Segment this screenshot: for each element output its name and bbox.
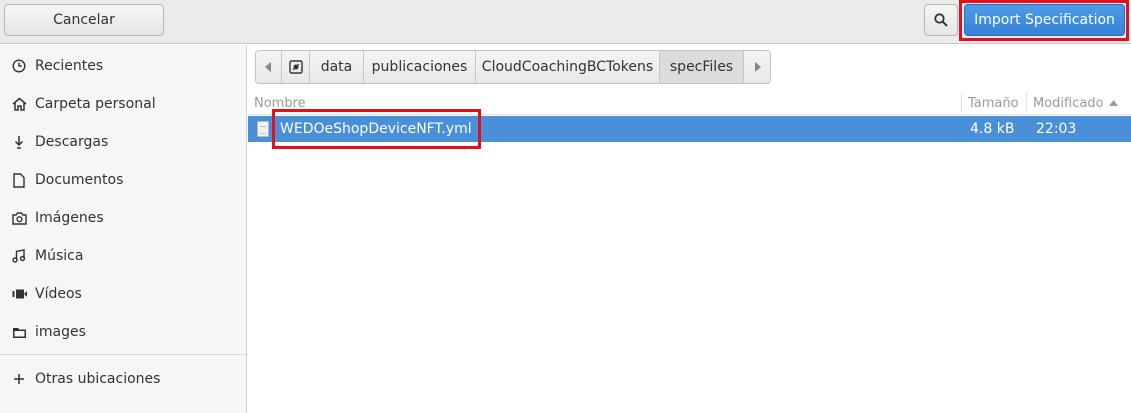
path-root-button[interactable] [282, 51, 310, 83]
table-row[interactable]: WEDOeShopDeviceNFT.yml 4.8 kB 22:03 [248, 116, 1131, 142]
path-bar: data publicaciones CloudCoachingBCTokens… [255, 50, 771, 84]
sidebar-item-label: Música [35, 248, 84, 264]
column-header-name[interactable]: Nombre [254, 91, 306, 115]
sidebar-item-label: Imágenes [35, 210, 104, 226]
camera-icon [10, 209, 28, 227]
path-crumb-specfiles[interactable]: specFiles [660, 51, 744, 83]
sidebar-item-imagenes[interactable]: Imágenes [0, 201, 246, 235]
path-crumb-publicaciones[interactable]: publicaciones [364, 51, 476, 83]
sidebar-item-label: images [35, 324, 86, 340]
sidebar-divider [0, 354, 246, 355]
drive-icon [288, 60, 303, 74]
sidebar-item-otras-ubicaciones[interactable]: Otras ubicaciones [0, 362, 246, 396]
column-header-size[interactable]: Tamaño [968, 91, 1019, 115]
sidebar-item-carpeta-personal[interactable]: Carpeta personal [0, 87, 246, 121]
file-size-cell: 4.8 kB [970, 121, 1015, 137]
sidebar-item-videos[interactable]: Vídeos [0, 277, 246, 311]
sidebar-item-descargas[interactable]: Descargas [0, 125, 246, 159]
path-crumb-data[interactable]: data [310, 51, 364, 83]
cancel-button[interactable]: Cancelar [4, 4, 164, 36]
folder-icon [10, 323, 28, 341]
places-sidebar: Recientes Carpeta personal Descargas Doc… [0, 45, 247, 413]
plus-icon [10, 370, 28, 388]
file-name-cell: WEDOeShopDeviceNFT.yml [280, 121, 472, 137]
header-bar: Cancelar Import Specification [0, 0, 1131, 44]
sidebar-item-label: Descargas [35, 134, 109, 150]
path-crumb-cloudcoachingbctokens[interactable]: CloudCoachingBCTokens [476, 51, 660, 83]
text-file-icon [257, 121, 269, 137]
sidebar-item-recientes[interactable]: Recientes [0, 49, 246, 83]
sidebar-item-documentos[interactable]: Documentos [0, 163, 246, 197]
search-icon [934, 13, 948, 27]
search-button[interactable] [924, 4, 958, 36]
sort-ascending-icon [1108, 100, 1118, 106]
import-specification-button[interactable]: Import Specification [964, 4, 1125, 36]
music-icon [10, 247, 28, 265]
path-scroll-right-button[interactable] [744, 51, 770, 83]
video-icon [10, 285, 28, 303]
sidebar-item-label: Otras ubicaciones [35, 371, 161, 387]
sidebar-item-label: Recientes [35, 58, 104, 74]
path-scroll-left-button[interactable] [256, 51, 282, 83]
download-icon [10, 133, 28, 151]
column-header-modified[interactable]: Modificado [1033, 91, 1118, 115]
chevron-right-icon [755, 62, 761, 72]
file-modified-cell: 22:03 [1036, 121, 1077, 137]
document-icon [10, 171, 28, 189]
sidebar-item-musica[interactable]: Música [0, 239, 246, 273]
column-header-modified-label: Modificado [1033, 95, 1104, 111]
sidebar-item-images[interactable]: images [0, 315, 246, 349]
sidebar-item-label: Carpeta personal [35, 96, 156, 112]
sidebar-item-label: Vídeos [35, 286, 82, 302]
clock-icon [10, 57, 28, 75]
column-divider [961, 93, 962, 113]
sidebar-item-label: Documentos [35, 172, 124, 188]
home-icon [10, 95, 28, 113]
file-list-header: Nombre Tamaño Modificado [248, 91, 1131, 115]
column-divider [1026, 93, 1027, 113]
chevron-left-icon [264, 62, 271, 72]
